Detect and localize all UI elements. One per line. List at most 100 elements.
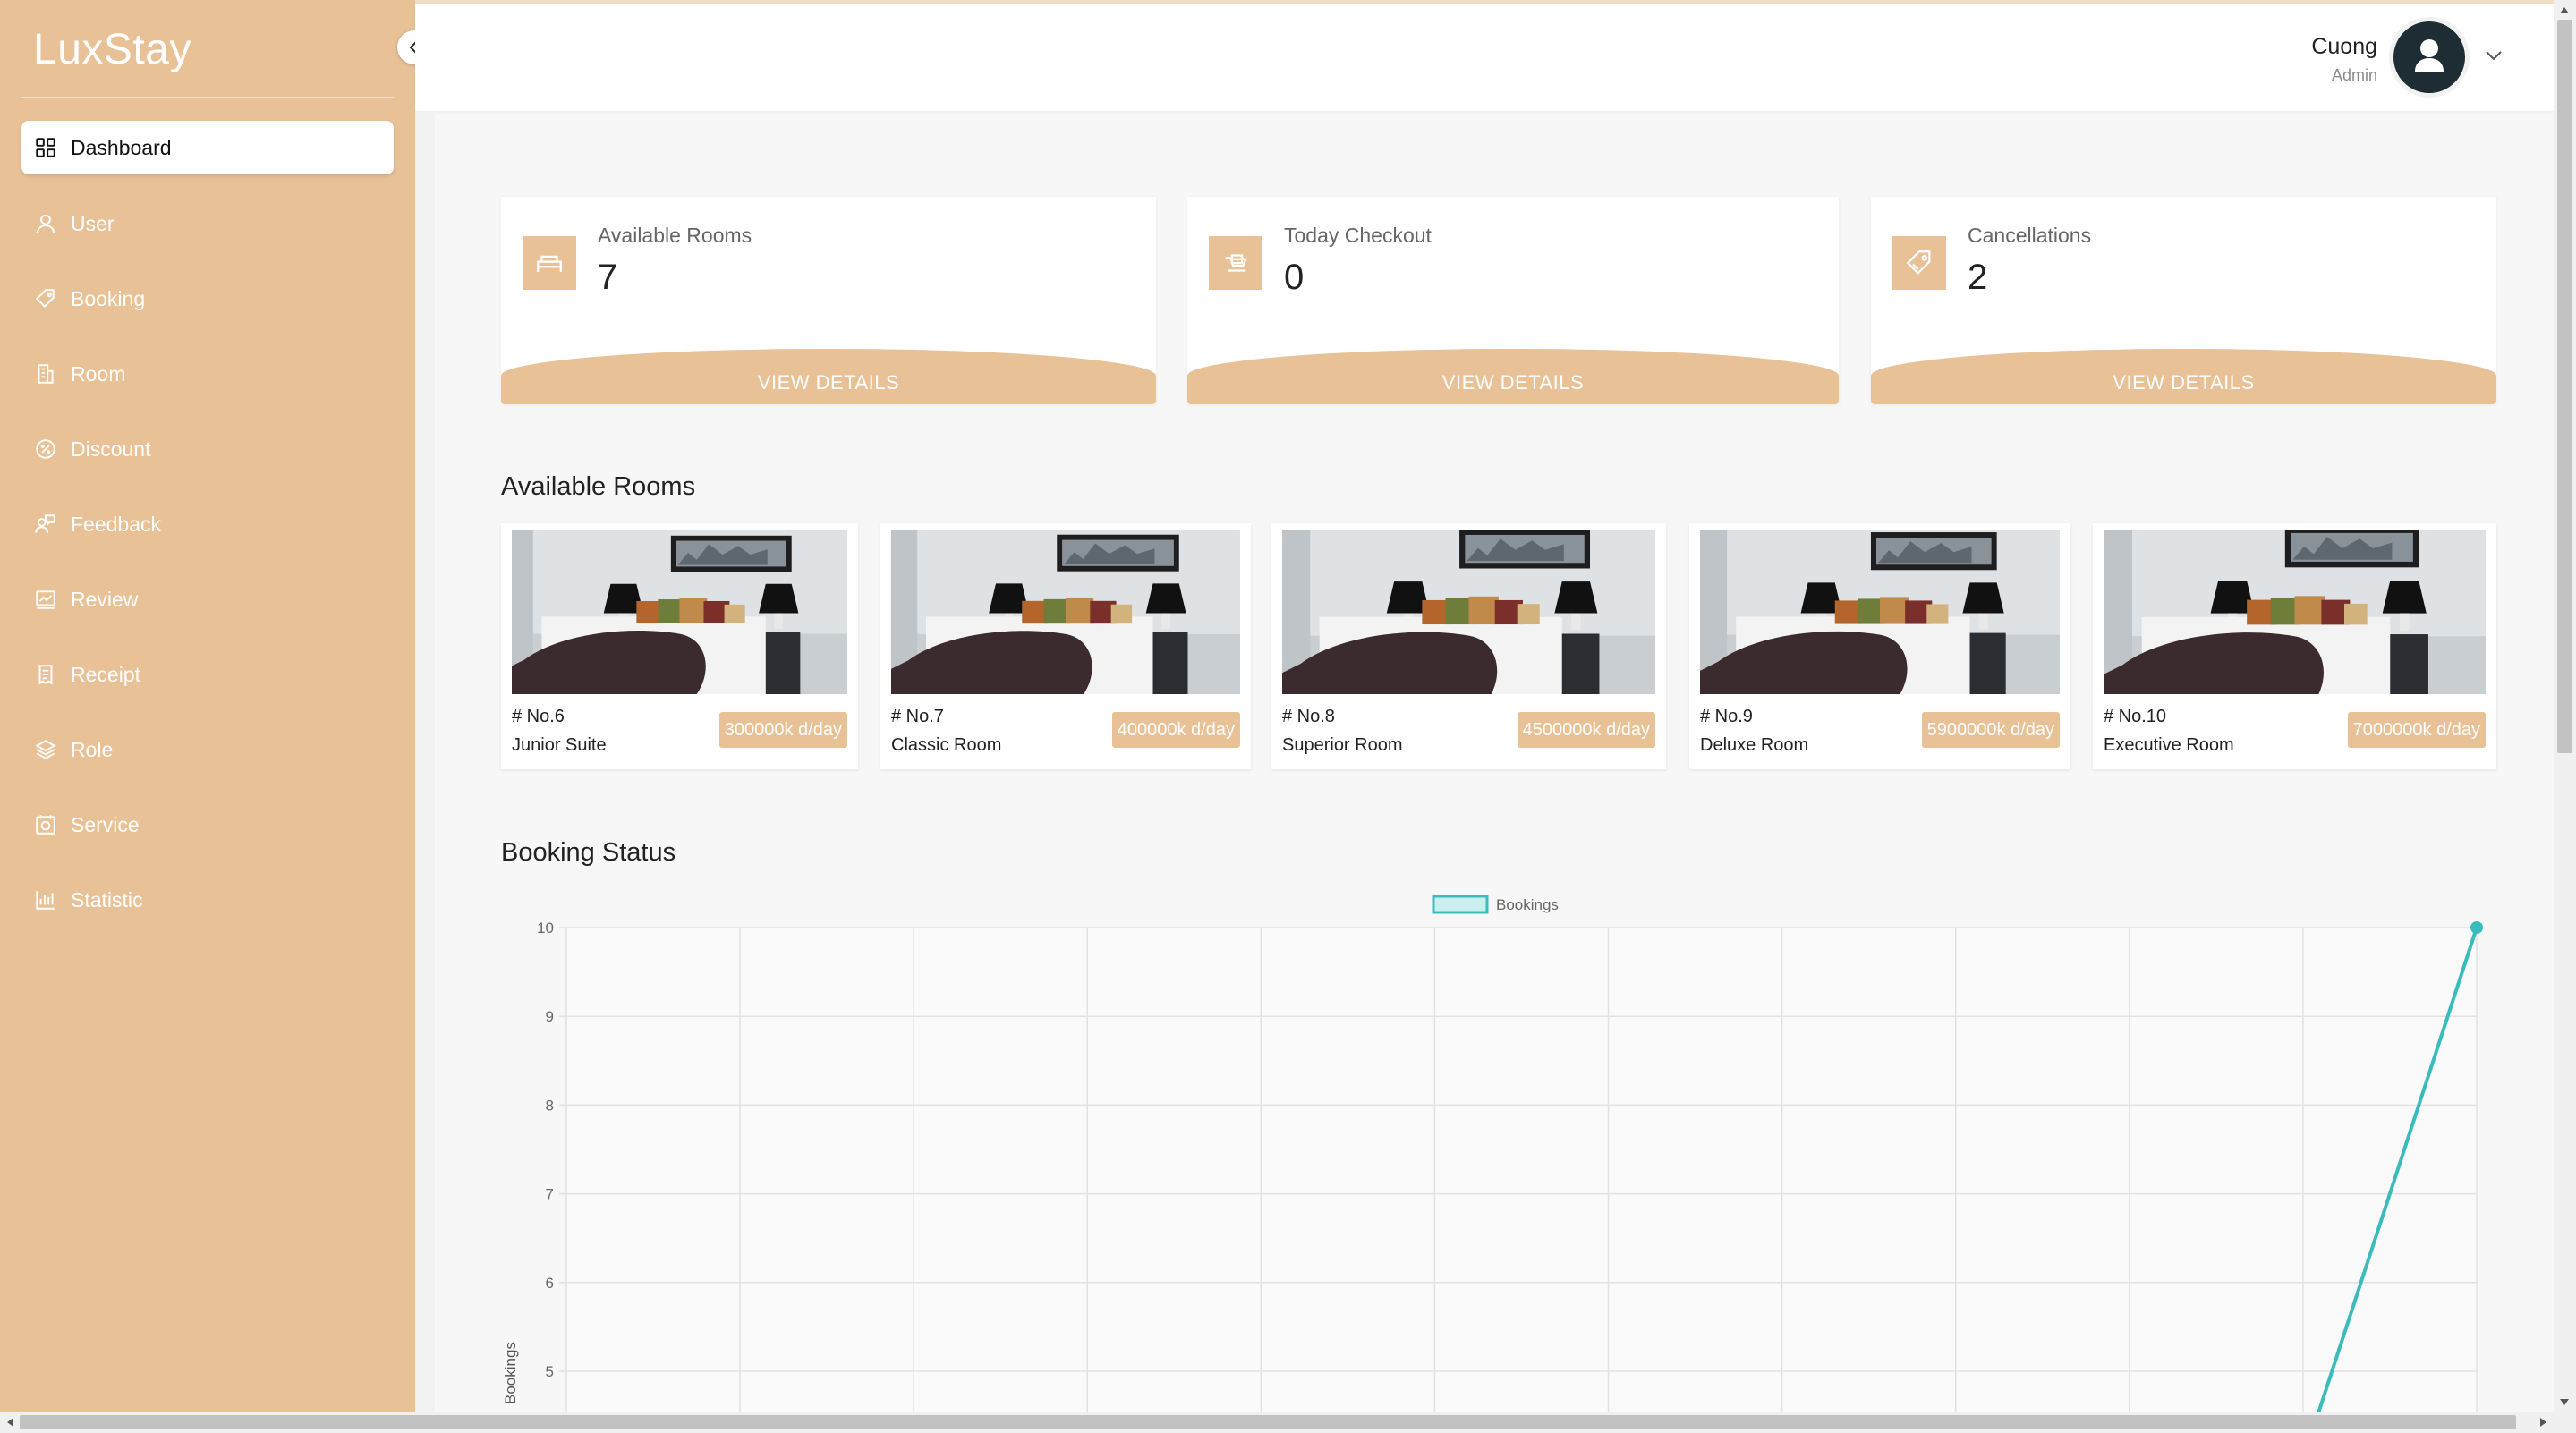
- bar-chart-icon: [36, 891, 55, 910]
- scroll-down-arrow-icon[interactable]: [2559, 1398, 2570, 1407]
- room-price-badge: 300000k d/day: [718, 712, 847, 748]
- user-role: Admin: [2331, 66, 2377, 84]
- tag-icon: [35, 289, 55, 309]
- nav-review-label: Review: [71, 587, 139, 611]
- nav-room-label: Room: [71, 361, 126, 386]
- view-details-button[interactable]: VIEW DETAILS: [1187, 349, 1839, 404]
- chart-y-tick-label: 6: [546, 1275, 554, 1292]
- nav-review[interactable]: Review: [21, 572, 394, 626]
- nav-discount-label: Discount: [71, 437, 151, 461]
- stat-card-available-rooms: Available Rooms 7 VIEW DETAILS: [501, 197, 1156, 404]
- user-name[interactable]: Cuong: [2311, 34, 2377, 60]
- brand-logo[interactable]: LuxStay: [33, 25, 191, 74]
- nav-receipt-label: Receipt: [71, 662, 140, 686]
- nav-service[interactable]: Service: [21, 798, 394, 852]
- avatar[interactable]: [2393, 21, 2465, 93]
- stat-label: Today Checkout: [1284, 224, 1432, 247]
- chart-plot-area: [566, 928, 2477, 1412]
- room-card[interactable]: # No.10 Executive Room 7000000k d/day: [2093, 523, 2496, 769]
- grid-icon: [36, 138, 55, 157]
- stat-value: 7: [598, 258, 618, 297]
- scroll-right-arrow-icon[interactable]: [2539, 1417, 2548, 1428]
- nav-discount[interactable]: Discount: [21, 422, 394, 476]
- nav-role-label: Role: [71, 737, 114, 761]
- room-card[interactable]: # No.9 Deluxe Room 5900000k d/day: [1689, 523, 2070, 769]
- content-gutter: [415, 111, 435, 1412]
- chart-y-axis-label: Bookings: [502, 1342, 519, 1404]
- room-price-badge: 400000k d/day: [1111, 712, 1240, 748]
- chart-y-tick-label: 10: [537, 920, 554, 937]
- room-type: Deluxe Room: [1700, 735, 1809, 755]
- room-photo: [512, 530, 847, 694]
- room-photo: [1282, 530, 1655, 694]
- room-type: Executive Room: [2104, 735, 2234, 755]
- available-rooms-title: Available Rooms: [501, 472, 696, 501]
- stat-value: 2: [1968, 258, 1988, 297]
- room-type: Junior Suite: [512, 735, 607, 755]
- scroll-left-arrow-icon[interactable]: [5, 1417, 14, 1428]
- stat-card-cancellations: Cancellations 2 VIEW DETAILS: [1871, 197, 2496, 404]
- chart-y-ticks: 10 9 8 7 6 5: [537, 920, 554, 1380]
- room-type: Superior Room: [1282, 735, 1403, 755]
- room-number: # No.6: [512, 707, 565, 726]
- receipt-icon: [38, 665, 53, 685]
- stat-card-today-checkout: Today Checkout 0 VIEW DETAILS: [1187, 197, 1839, 404]
- room-number: # No.10: [2104, 707, 2167, 726]
- chart-y-tick-label: 5: [546, 1363, 554, 1380]
- user-avatar-icon: [2415, 39, 2444, 72]
- nav-role[interactable]: Role: [21, 723, 394, 776]
- nav-feedback-label: Feedback: [71, 512, 162, 536]
- room-photo: [891, 530, 1240, 694]
- chart-y-tick-label: 8: [546, 1097, 554, 1114]
- view-details-button[interactable]: VIEW DETAILS: [1871, 349, 2496, 404]
- nav-feedback[interactable]: Feedback: [21, 497, 394, 551]
- chevron-down-icon[interactable]: [2483, 45, 2504, 71]
- room-card[interactable]: # No.8 Superior Room 4500000k d/day: [1271, 523, 1666, 769]
- nav-dashboard[interactable]: Dashboard: [21, 121, 394, 174]
- room-card[interactable]: # No.6 Junior Suite 300000k d/day: [501, 523, 858, 769]
- badge-icon: [36, 439, 55, 459]
- view-details-button[interactable]: VIEW DETAILS: [501, 349, 1156, 404]
- room-photo: [2104, 530, 2486, 694]
- chart-legend: Bookings: [1432, 895, 1559, 914]
- vertical-scroll-thumb[interactable]: [2557, 20, 2572, 753]
- bed-icon: [523, 236, 576, 290]
- chart-data-point: [2470, 921, 2483, 934]
- user-icon: [36, 214, 55, 233]
- room-type: Classic Room: [891, 735, 1002, 755]
- person-chat-icon: [35, 514, 55, 533]
- gallery-icon: [36, 815, 55, 835]
- nav-statistic-label: Statistic: [71, 887, 143, 912]
- layers-icon: [35, 740, 56, 759]
- chart-legend-label: Bookings: [1496, 896, 1559, 913]
- room-number: # No.7: [891, 707, 944, 726]
- nav-user[interactable]: User: [21, 197, 394, 250]
- nav-statistic[interactable]: Statistic: [21, 873, 394, 927]
- building-icon: [38, 364, 54, 384]
- chart-y-tick-label: 9: [546, 1008, 554, 1025]
- room-price-badge: 7000000k d/day: [2347, 712, 2486, 748]
- nav-service-label: Service: [71, 812, 140, 836]
- top-header: Cuong Admin: [415, 0, 2554, 111]
- chart-legend-swatch: [1432, 895, 1489, 914]
- horizontal-scroll-thumb[interactable]: [20, 1415, 2516, 1429]
- nav-dashboard-label: Dashboard: [71, 135, 172, 159]
- tag-icon: [1892, 236, 1946, 290]
- chart-y-tick-label: 7: [546, 1186, 554, 1203]
- nav-user-label: User: [71, 211, 115, 235]
- nav-booking[interactable]: Booking: [21, 272, 394, 326]
- stat-label: Available Rooms: [598, 224, 752, 247]
- chart-card-icon: [36, 590, 55, 609]
- nav-receipt[interactable]: Receipt: [21, 648, 394, 701]
- sidebar: LuxStay Dashboard User Booking Room Disc…: [0, 0, 415, 1412]
- room-price-badge: 5900000k d/day: [1921, 712, 2060, 748]
- room-card[interactable]: # No.7 Classic Room 400000k d/day: [880, 523, 1251, 769]
- chart-grid: [559, 927, 2478, 1412]
- stat-label: Cancellations: [1968, 224, 2092, 247]
- scroll-up-arrow-icon[interactable]: [2559, 5, 2570, 14]
- nav-booking-label: Booking: [71, 286, 146, 310]
- room-number: # No.9: [1700, 707, 1753, 726]
- booking-status-title: Booking Status: [501, 838, 676, 867]
- nav-room[interactable]: Room: [21, 347, 394, 401]
- stat-value: 0: [1284, 258, 1305, 297]
